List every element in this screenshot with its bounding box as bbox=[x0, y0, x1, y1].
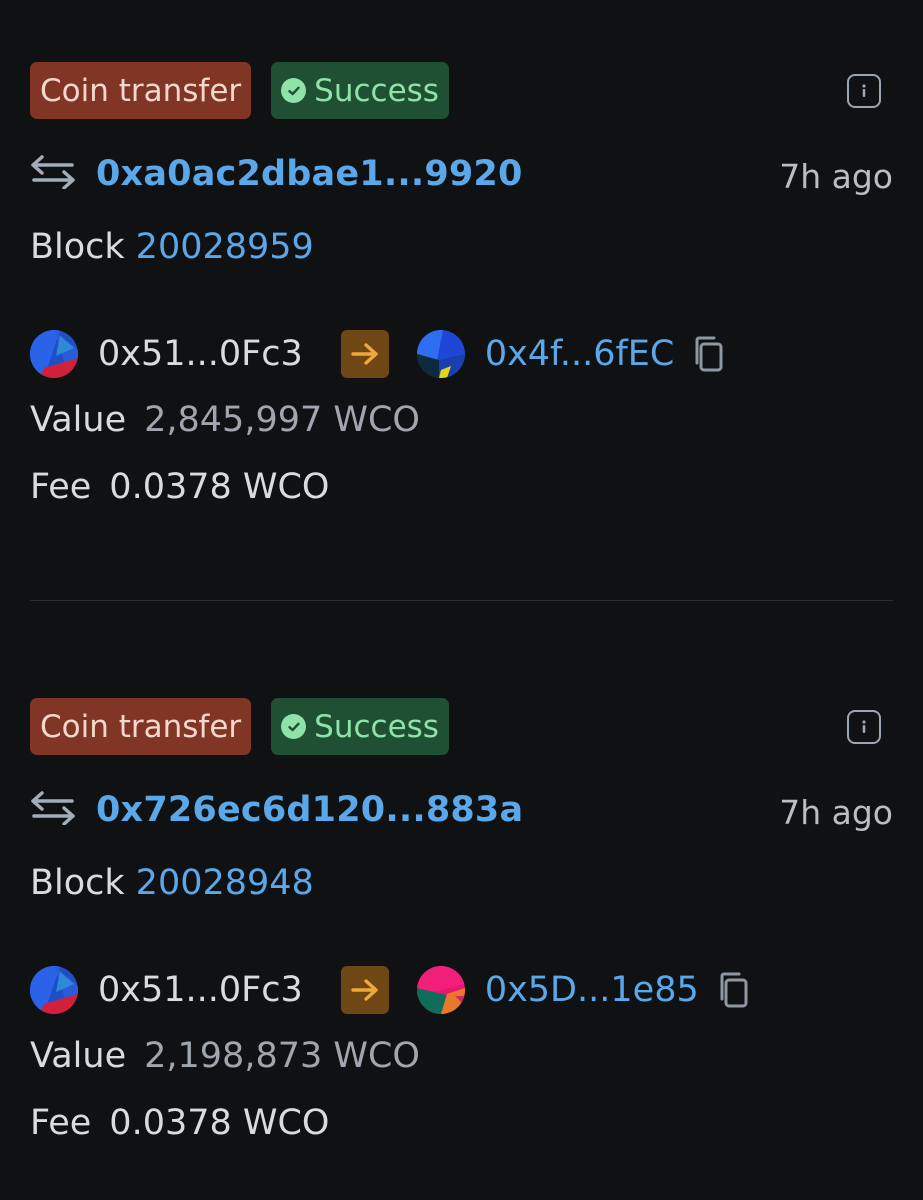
tx-status-label: Success bbox=[314, 72, 439, 109]
fee-amount: 0.0378 WCO bbox=[109, 1103, 330, 1143]
copy-icon[interactable] bbox=[717, 971, 749, 1009]
from-address[interactable]: 0x51...0Fc3 bbox=[98, 970, 303, 1010]
transaction-item: Coin transfer Success 0x726ec6d120...883… bbox=[30, 698, 893, 1178]
fee-label: Fee bbox=[30, 1103, 92, 1143]
check-circle-icon bbox=[281, 714, 307, 739]
value-amount: 2,845,997 WCO bbox=[144, 400, 420, 440]
arrow-right-icon bbox=[340, 966, 389, 1014]
fee-label: Fee bbox=[30, 467, 92, 507]
value-amount: 2,198,873 WCO bbox=[144, 1036, 420, 1076]
arrow-right-icon bbox=[340, 330, 389, 378]
check-circle-icon bbox=[281, 78, 307, 103]
value-label: Value bbox=[30, 1036, 127, 1076]
tx-type-badge: Coin transfer bbox=[30, 62, 252, 119]
value-label: Value bbox=[30, 400, 127, 440]
to-address-link[interactable]: 0x5D...1e85 bbox=[485, 970, 699, 1010]
tx-status-label: Success bbox=[314, 708, 439, 745]
tx-status-badge: Success bbox=[271, 62, 449, 119]
swap-arrows-icon bbox=[30, 155, 76, 193]
to-address-link[interactable]: 0x4f...6fEC bbox=[485, 334, 675, 374]
block-label: Block bbox=[30, 227, 125, 267]
transaction-list: Coin transfer Success 0xa0ac2dbae1...992… bbox=[0, 0, 923, 1200]
block-label: Block bbox=[30, 863, 125, 903]
from-avatar bbox=[30, 330, 78, 378]
tx-time: 7h ago bbox=[779, 157, 893, 196]
tx-hash-link[interactable]: 0x726ec6d120...883a bbox=[96, 790, 523, 830]
tx-time: 7h ago bbox=[779, 793, 893, 832]
tx-hash-link[interactable]: 0xa0ac2dbae1...9920 bbox=[96, 154, 523, 194]
divider bbox=[30, 600, 893, 601]
transaction-item: Coin transfer Success 0xa0ac2dbae1...992… bbox=[30, 62, 893, 542]
to-avatar bbox=[416, 966, 465, 1014]
copy-icon[interactable] bbox=[692, 335, 724, 373]
swap-arrows-icon bbox=[30, 791, 76, 829]
tx-status-badge: Success bbox=[271, 698, 449, 755]
from-avatar bbox=[30, 966, 78, 1014]
info-icon[interactable] bbox=[847, 710, 881, 744]
info-icon[interactable] bbox=[847, 74, 881, 108]
block-number-link[interactable]: 20028948 bbox=[136, 863, 314, 903]
block-number-link[interactable]: 20028959 bbox=[136, 227, 314, 267]
fee-amount: 0.0378 WCO bbox=[109, 467, 330, 507]
to-avatar bbox=[416, 330, 465, 378]
tx-type-badge: Coin transfer bbox=[30, 698, 252, 755]
from-address[interactable]: 0x51...0Fc3 bbox=[98, 334, 303, 374]
